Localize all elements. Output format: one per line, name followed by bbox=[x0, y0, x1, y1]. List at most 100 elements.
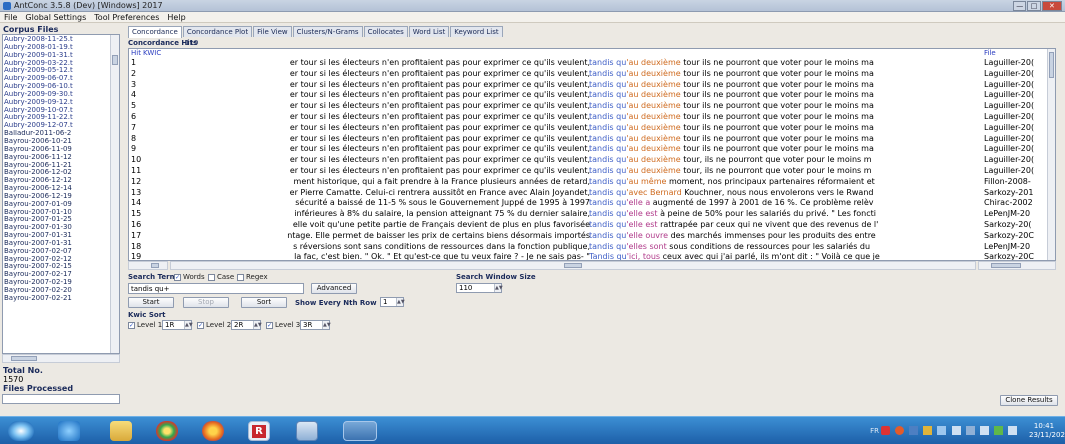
corpus-file-item[interactable]: Bayrou-2007-02-21 bbox=[4, 295, 110, 303]
search-keyword[interactable]: tandis qu bbox=[589, 242, 626, 251]
file-name[interactable]: Fillon-2008- bbox=[984, 177, 1048, 188]
tray-app-icon[interactable] bbox=[993, 426, 1003, 435]
kwic-row[interactable]: 17 ntage. Elle permet de baisser les prix… bbox=[129, 231, 1049, 242]
internet-explorer-icon[interactable] bbox=[58, 421, 80, 441]
spinner-arrows-icon[interactable]: ▲▼ bbox=[396, 298, 405, 306]
firefox-icon[interactable] bbox=[202, 421, 224, 441]
corpus-file-item[interactable]: Aubry-2009-10-07.t bbox=[4, 107, 110, 115]
search-keyword[interactable]: tandis qu bbox=[589, 220, 626, 229]
search-keyword[interactable]: tandis qu bbox=[589, 209, 626, 218]
kwic-vertical-scrollbar[interactable] bbox=[1047, 49, 1055, 260]
scroll-thumb[interactable] bbox=[151, 263, 159, 268]
scroll-thumb[interactable] bbox=[11, 356, 37, 361]
tray-app-icon[interactable] bbox=[951, 426, 961, 435]
kwic-row[interactable]: 13 er Pierre Camatte. Celui-ci rentrera a… bbox=[129, 188, 1049, 199]
tray-app-icon[interactable] bbox=[923, 426, 933, 435]
scroll-thumb[interactable] bbox=[564, 263, 582, 268]
search-term-input[interactable] bbox=[128, 283, 304, 294]
kwic-row[interactable]: 5 er tour si les électeurs n'en profitaie… bbox=[129, 101, 1049, 112]
corpus-file-item[interactable]: Aubry-2009-09-12.t bbox=[4, 99, 110, 107]
search-keyword[interactable]: tandis qu bbox=[589, 177, 626, 186]
corpus-file-item[interactable]: Bayrou-2007-02-12 bbox=[4, 256, 110, 264]
corpus-file-item[interactable]: Aubry-2009-01-31.t bbox=[4, 52, 110, 60]
corpus-file-item[interactable]: Balladur-2011-06-2 bbox=[4, 130, 110, 138]
tab-file-view[interactable]: File View bbox=[253, 26, 292, 37]
corpus-file-item[interactable]: Aubry-2009-06-07.t bbox=[4, 75, 110, 83]
tray-app-icon[interactable] bbox=[881, 426, 890, 435]
file-name[interactable]: LePenJM-20 bbox=[984, 209, 1048, 220]
file-name[interactable]: Laguiller-20( bbox=[984, 90, 1048, 101]
file-column-scrollbar[interactable] bbox=[978, 261, 1056, 270]
corpus-vertical-scrollbar[interactable] bbox=[110, 35, 119, 353]
kwic-results-table[interactable]: Hit KWIC File 1 er tour si les électeurs … bbox=[128, 48, 1056, 261]
file-name[interactable]: Sarkozy-20C bbox=[984, 231, 1048, 242]
search-keyword[interactable]: tandis qu bbox=[589, 90, 626, 99]
corpus-file-item[interactable]: Bayrou-2007-02-07 bbox=[4, 248, 110, 256]
kwic-row[interactable]: 16 elle voit qu'une petite partie de Fran… bbox=[129, 220, 1049, 231]
kwic-row[interactable]: 9 er tour si les électeurs n'en profitaie… bbox=[129, 144, 1049, 155]
corpus-file-item[interactable]: Bayrou-2006-12-19 bbox=[4, 193, 110, 201]
search-keyword[interactable]: tandis qu bbox=[589, 123, 626, 132]
file-name[interactable]: Laguiller-20( bbox=[984, 123, 1048, 134]
corpus-file-item[interactable]: Bayrou-2006-12-02 bbox=[4, 169, 110, 177]
kwic-row[interactable]: 14 sécurité a baissé de 11-5 % sous le Go… bbox=[129, 198, 1049, 209]
file-name[interactable]: LePenJM-20 bbox=[984, 242, 1048, 253]
corpus-file-item[interactable]: Bayrou-2006-12-14 bbox=[4, 185, 110, 193]
menu-help[interactable]: Help bbox=[167, 13, 185, 22]
corpus-file-item[interactable]: Bayrou-2007-02-15 bbox=[4, 263, 110, 271]
search-keyword[interactable]: tandis qu bbox=[589, 198, 626, 207]
file-name[interactable]: Laguiller-20( bbox=[984, 166, 1048, 177]
kwic-row[interactable]: 8 er tour si les électeurs n'en profitaie… bbox=[129, 134, 1049, 145]
tray-app-icon[interactable] bbox=[909, 426, 919, 435]
spinner-arrows-icon[interactable]: ▲▼ bbox=[494, 284, 503, 292]
corpus-file-item[interactable]: Aubry-2009-05-12.t bbox=[4, 67, 110, 75]
tab-keyword-list[interactable]: Keyword List bbox=[450, 26, 503, 37]
stop-button[interactable]: Stop bbox=[183, 297, 229, 308]
corpus-horizontal-scrollbar[interactable] bbox=[2, 354, 120, 363]
search-keyword[interactable]: tandis qu bbox=[589, 166, 626, 175]
corpus-file-list[interactable]: Aubry-2008-11-25.t Aubry-2008-01-19.t Aubr… bbox=[2, 34, 120, 354]
search-keyword[interactable]: tandis qu bbox=[589, 80, 626, 89]
tab-concordance[interactable]: Concordance bbox=[128, 26, 182, 38]
close-button[interactable]: ✕ bbox=[1041, 1, 1062, 11]
corpus-file-item[interactable]: Bayrou-2007-01-30 bbox=[4, 224, 110, 232]
file-explorer-icon[interactable] bbox=[110, 421, 132, 441]
search-keyword[interactable]: tandis qu bbox=[589, 134, 626, 143]
words-checkbox[interactable]: ✓ Words bbox=[174, 273, 205, 281]
spinner-arrows-icon[interactable]: ▲▼ bbox=[184, 321, 193, 329]
advanced-button[interactable]: Advanced bbox=[311, 283, 357, 294]
kwic-row[interactable]: 19 la fac, c'est bien. " Ok. " Et qu'est-… bbox=[129, 252, 1049, 260]
spinner-arrows-icon[interactable]: ▲▼ bbox=[253, 321, 262, 329]
corpus-file-item[interactable]: Bayrou-2006-11-09 bbox=[4, 146, 110, 154]
level1-checkbox[interactable]: ✓ Level 1 bbox=[128, 321, 162, 329]
file-name[interactable]: Laguiller-20( bbox=[984, 58, 1048, 69]
kwic-row[interactable]: 1 er tour si les électeurs n'en profitaie… bbox=[129, 58, 1049, 69]
regex-checkbox[interactable]: Regex bbox=[237, 273, 268, 281]
kwic-row[interactable]: 3 er tour si les électeurs n'en profitaie… bbox=[129, 80, 1049, 91]
search-keyword[interactable]: tandis qu bbox=[589, 155, 626, 164]
file-name[interactable]: Laguiller-20( bbox=[984, 134, 1048, 145]
tab-word-list[interactable]: Word List bbox=[408, 26, 450, 37]
corpus-file-item[interactable]: Bayrou-2006-10-21 bbox=[4, 138, 110, 146]
scroll-thumb[interactable] bbox=[1049, 52, 1054, 78]
search-keyword[interactable]: tandis qu bbox=[589, 58, 626, 67]
search-keyword[interactable]: tandis qu bbox=[589, 144, 626, 153]
clone-results-button[interactable]: Clone Results bbox=[1000, 395, 1058, 406]
level1-spinner[interactable]: 1R ▲▼ bbox=[162, 320, 193, 330]
header-file[interactable]: File bbox=[984, 49, 996, 57]
corpus-file-item[interactable]: Aubry-2008-01-19.t bbox=[4, 44, 110, 52]
corpus-file-item[interactable]: Aubry-2009-09-30.t bbox=[4, 91, 110, 99]
corpus-file-item[interactable]: Aubry-2009-03-22.t bbox=[4, 60, 110, 68]
network-icon[interactable] bbox=[965, 426, 975, 435]
spinner-arrows-icon[interactable]: ▲▼ bbox=[322, 321, 331, 329]
kwic-row[interactable]: 7 er tour si les électeurs n'en profitaie… bbox=[129, 123, 1049, 134]
search-keyword[interactable]: tandis qu bbox=[589, 101, 626, 110]
corpus-file-item[interactable]: Aubry-2009-11-22.t bbox=[4, 114, 110, 122]
battery-icon[interactable] bbox=[1007, 426, 1017, 435]
corpus-file-item[interactable]: Aubry-2009-12-07.t bbox=[4, 122, 110, 130]
corpus-file-item[interactable]: Bayrou-2007-01-31 bbox=[4, 232, 110, 240]
corpus-file-item[interactable]: Aubry-2009-06-10.t bbox=[4, 83, 110, 91]
search-keyword[interactable]: Tandis qu bbox=[589, 252, 627, 260]
search-window-size-spinner[interactable]: 110 ▲▼ bbox=[456, 283, 503, 293]
hit-column-scrollbar[interactable] bbox=[128, 261, 168, 270]
